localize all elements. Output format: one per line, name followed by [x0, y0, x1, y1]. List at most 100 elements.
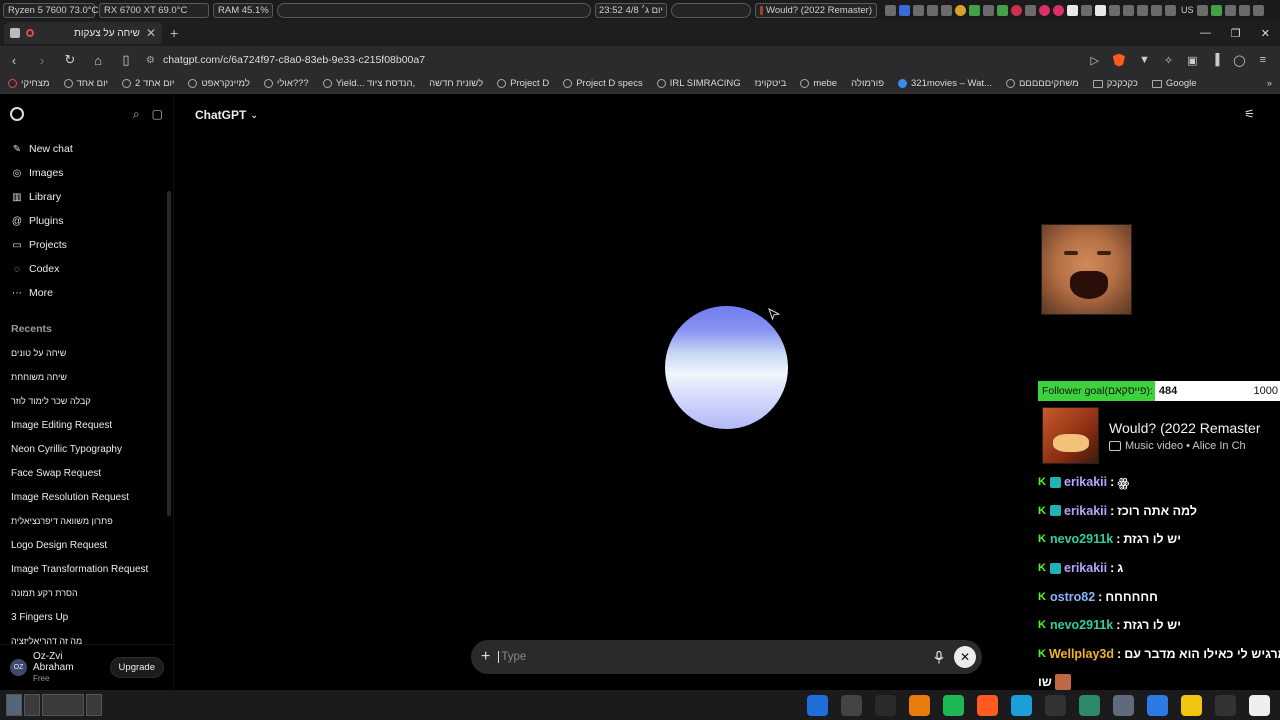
- tray-icon[interactable]: [1095, 4, 1106, 16]
- tray-icon[interactable]: [1067, 4, 1078, 16]
- url-field[interactable]: ⚙ chatgpt.com/c/6a724f97-c8a0-83eb-9e33-…: [146, 54, 1078, 66]
- search-icon[interactable]: ⌕: [133, 107, 140, 122]
- tray-icon[interactable]: [899, 4, 910, 16]
- recent-chat-item[interactable]: Image Editing Request: [0, 413, 173, 437]
- brave-shield-icon[interactable]: [1112, 53, 1125, 67]
- tray-icon[interactable]: [997, 4, 1008, 16]
- new-tab-button[interactable]: +: [170, 25, 178, 41]
- sidebar-scrollbar[interactable]: [167, 191, 171, 516]
- brave-icon[interactable]: [977, 694, 998, 716]
- bookmark-item[interactable]: למיינקראפט: [188, 78, 250, 89]
- bookmark-item[interactable]: IRL SIMRACING: [656, 78, 741, 89]
- discord-icon[interactable]: [841, 694, 862, 716]
- bookmark-item[interactable]: Project D specs: [563, 78, 643, 89]
- tray-icon[interactable]: [969, 4, 980, 16]
- bookmark-item[interactable]: Yield... הנדסת ציוד,: [322, 78, 415, 89]
- add-attachment-button[interactable]: +: [481, 648, 490, 666]
- workspace-thumb[interactable]: [86, 694, 102, 716]
- tray-icon[interactable]: [1081, 4, 1092, 16]
- terminal-icon[interactable]: [1215, 694, 1236, 716]
- tab-active[interactable]: שיחה על צעקות ✕: [4, 22, 162, 44]
- bookmark-item[interactable]: פורמולה: [851, 78, 884, 89]
- epic-icon[interactable]: [1045, 694, 1066, 716]
- play-icon[interactable]: ▷: [1090, 54, 1098, 67]
- tray-icon[interactable]: [927, 4, 938, 16]
- nav-projects[interactable]: ▭ Projects: [0, 233, 173, 257]
- clock[interactable]: 23:52 יום ג׳ 4/8: [595, 2, 667, 18]
- forward-button[interactable]: ›: [34, 53, 50, 68]
- nav-plugins[interactable]: @ Plugins: [0, 209, 173, 233]
- extensions-icon[interactable]: ✧: [1164, 54, 1173, 67]
- store-icon[interactable]: [1147, 694, 1168, 716]
- tray-icon[interactable]: [1238, 4, 1250, 16]
- tray-icon[interactable]: [1109, 4, 1120, 16]
- wallet-icon[interactable]: ▣: [1187, 54, 1197, 67]
- tray-icon[interactable]: [955, 4, 966, 16]
- spotify-icon[interactable]: [943, 694, 964, 716]
- tray-icon[interactable]: [1196, 4, 1208, 16]
- kick-icon[interactable]: [1249, 694, 1270, 716]
- profile-icon[interactable]: ◯: [1233, 54, 1245, 67]
- nav-codex[interactable]: ◌ Codex: [0, 257, 173, 281]
- menu-icon[interactable]: ≡: [1260, 54, 1266, 66]
- close-icon[interactable]: ✕: [146, 26, 156, 40]
- nav-more[interactable]: ⋯ More: [0, 281, 173, 305]
- workspace-thumb[interactable]: [24, 694, 40, 716]
- recent-chat-item[interactable]: פתרון משוואה דיפרנציאלית: [0, 509, 173, 533]
- bookmark-folder[interactable]: כקכקכק: [1092, 78, 1138, 89]
- vpn-icon[interactable]: ▼: [1139, 54, 1150, 66]
- recent-chat-item[interactable]: הסרת רקע תמונה: [0, 581, 173, 605]
- tray-icon[interactable]: [1011, 4, 1022, 16]
- site-info-icon[interactable]: ⚙: [146, 55, 155, 66]
- bookmark-item[interactable]: יום אחד 2: [122, 78, 174, 89]
- reload-button[interactable]: ↻: [62, 52, 78, 68]
- keyboard-layout[interactable]: US: [1181, 5, 1194, 15]
- recent-chat-item[interactable]: שיחה משוחחת: [0, 365, 173, 389]
- bookmark-item[interactable]: יום אחד: [63, 78, 108, 89]
- model-selector[interactable]: ChatGPT ⌄: [195, 108, 258, 122]
- tray-icon[interactable]: [1123, 4, 1134, 16]
- maximize-button[interactable]: ❐: [1231, 27, 1241, 40]
- tray-icon[interactable]: [941, 4, 952, 16]
- home-button[interactable]: ⌂: [90, 53, 106, 68]
- bookmark-item[interactable]: mebe: [800, 78, 837, 89]
- recent-chat-item[interactable]: Neon Cyrillic Typography: [0, 437, 173, 461]
- upgrade-button[interactable]: Upgrade: [109, 657, 164, 678]
- nav-images[interactable]: ◎ Images: [0, 161, 173, 185]
- tray-icon[interactable]: [1053, 4, 1064, 16]
- nav-new-chat[interactable]: ✎ New chat: [0, 137, 173, 161]
- end-voice-button[interactable]: ✕: [954, 646, 976, 668]
- tray-icon[interactable]: [1039, 4, 1050, 16]
- power-icon[interactable]: [1252, 4, 1264, 16]
- media-indicator[interactable]: Would? (2022 Remaster): [755, 2, 877, 18]
- minimize-button[interactable]: —: [1200, 27, 1211, 40]
- bookmark-item[interactable]: אולי???: [263, 78, 309, 89]
- bookmark-item[interactable]: לשונית חדשה: [429, 78, 483, 89]
- tray-icon[interactable]: [983, 4, 994, 16]
- recent-chat-item[interactable]: שיחה על טונים: [0, 341, 173, 365]
- microphone-icon[interactable]: [932, 650, 946, 664]
- edge-icon[interactable]: [1011, 694, 1032, 716]
- recent-chat-item[interactable]: קבלה שכר לימוד לוזר: [0, 389, 173, 413]
- tray-icon[interactable]: [1210, 4, 1222, 16]
- steam-icon[interactable]: [875, 694, 896, 716]
- recent-chat-item[interactable]: Image Transformation Request: [0, 557, 173, 581]
- bookmark-item[interactable]: משחקיםםםםם: [1005, 78, 1079, 89]
- openai-logo-icon[interactable]: [10, 107, 24, 121]
- bookmark-item[interactable]: 321movies – Wat...: [898, 78, 992, 89]
- bookmark-item[interactable]: ביטקוינז: [755, 78, 787, 89]
- recent-chat-item[interactable]: Image Resolution Request: [0, 485, 173, 509]
- message-input[interactable]: [498, 651, 924, 663]
- bookmark-item[interactable]: Project D: [497, 78, 549, 89]
- tray-icon[interactable]: [1025, 4, 1036, 16]
- user-profile[interactable]: OZ Oz-Zvi Abraham Free Upgrade: [0, 644, 174, 690]
- sun-icon[interactable]: [1181, 694, 1202, 716]
- tray-icon[interactable]: [1224, 4, 1236, 16]
- recent-chat-item[interactable]: 3 Fingers Up: [0, 605, 173, 629]
- tray-icon[interactable]: [1165, 4, 1176, 16]
- back-button[interactable]: ‹: [6, 53, 22, 68]
- voice-settings-icon[interactable]: ⚟: [1244, 107, 1255, 121]
- recent-chat-item[interactable]: Logo Design Request: [0, 533, 173, 557]
- blender-icon[interactable]: [909, 694, 930, 716]
- layers-icon[interactable]: [1079, 694, 1100, 716]
